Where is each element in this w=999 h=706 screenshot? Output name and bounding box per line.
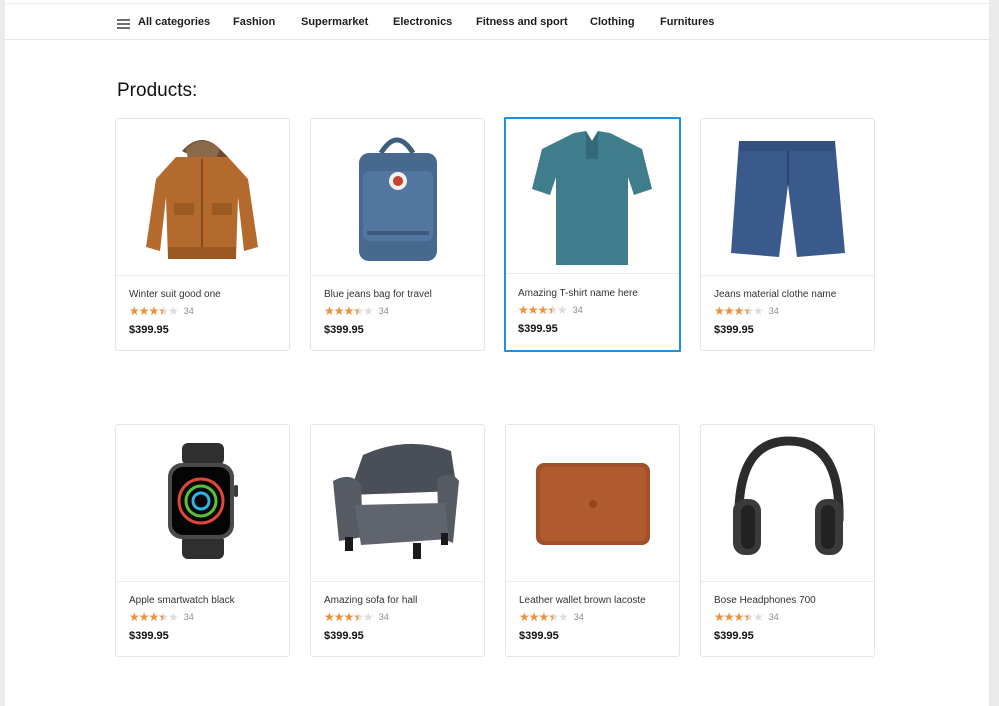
menu-icon[interactable]	[117, 18, 131, 29]
product-name[interactable]: Blue jeans bag for travel	[324, 289, 432, 300]
product-price: $399.95	[519, 630, 559, 642]
nav-all-categories[interactable]: All categories	[138, 4, 210, 40]
polo-shirt-icon	[532, 131, 652, 265]
product-price: $399.95	[129, 324, 169, 336]
review-count: 34	[378, 612, 389, 622]
product-image	[701, 119, 874, 276]
product-card[interactable]: Leather wallet brown lacoste ★★★★★★★★★★ 3…	[505, 424, 680, 657]
nav-item-clothing[interactable]: Clothing	[590, 4, 635, 40]
product-image	[116, 425, 289, 582]
product-card[interactable]: Amazing sofa for hall ★★★★★★★★★★ 34 $399.…	[310, 424, 485, 657]
product-image	[506, 119, 679, 274]
smartwatch-icon	[168, 443, 238, 559]
review-count: 34	[378, 306, 389, 316]
product-image	[701, 425, 874, 582]
product-price: $399.95	[714, 630, 754, 642]
nav-item-supermarket[interactable]: Supermarket	[301, 4, 368, 40]
product-image	[116, 119, 289, 276]
product-price: $399.95	[518, 323, 558, 335]
nav-item-fashion[interactable]: Fashion	[233, 4, 275, 40]
product-image	[311, 119, 484, 276]
product-name[interactable]: Leather wallet brown lacoste	[519, 595, 646, 606]
product-card[interactable]: Jeans material clothe name ★★★★★★★★★★34 …	[700, 118, 875, 351]
product-image	[506, 425, 679, 582]
nav-item-electronics[interactable]: Electronics	[393, 4, 452, 40]
backpack-icon	[359, 137, 437, 261]
page-title: Products:	[117, 80, 198, 101]
product-card[interactable]: Bose Headphones 700 ★★★★★★★★★★ 34 $399.95	[700, 424, 875, 657]
star-rating-icon: ★★★★★★★★★★	[714, 610, 764, 624]
leather-sleeve-icon	[536, 463, 650, 545]
product-price: $399.95	[324, 324, 364, 336]
product-price: $399.95	[714, 324, 754, 336]
product-rating: ★★★★★★★★★★ 34	[129, 611, 194, 623]
product-card[interactable]: Amazing T-shirt name here ★★★★★★★★★★ 34 $…	[504, 117, 681, 352]
review-count: 34	[573, 612, 584, 622]
top-navigation: All categories Fashion Supermarket Elect…	[5, 3, 989, 40]
product-rating: ★★★★★★★★★★ 34	[518, 304, 583, 316]
star-rating-icon: ★★★★★★★★★★	[324, 304, 374, 318]
nav-item-furnitures[interactable]: Furnitures	[660, 4, 714, 40]
review-count: 34	[183, 612, 194, 622]
product-name[interactable]: Bose Headphones 700	[714, 595, 816, 606]
product-price: $399.95	[129, 630, 169, 642]
star-rating-icon: ★★★★★★★★★★	[518, 303, 568, 317]
review-count: 34	[768, 306, 779, 316]
star-rating-icon: ★★★★★★★★★★	[324, 610, 374, 624]
headphones-icon	[733, 436, 844, 555]
product-rating: ★★★★★★★★★★ 34	[324, 611, 389, 623]
product-name[interactable]: Amazing T-shirt name here	[518, 288, 638, 299]
product-rating: ★★★★★★★★★★ 34	[714, 611, 779, 623]
product-card[interactable]: Winter suit good one ★★★★★★★★★★ 34 $399.9…	[115, 118, 290, 351]
jacket-icon	[146, 140, 258, 259]
product-rating: ★★★★★★★★★★ 34	[129, 305, 194, 317]
star-rating-icon: ★★★★★★★★★★	[129, 610, 179, 624]
product-name[interactable]: Jeans material clothe name	[714, 289, 836, 300]
armchair-icon	[333, 443, 459, 559]
star-rating-icon: ★★★★★★★★★★	[519, 610, 569, 624]
denim-shorts-icon	[731, 141, 845, 257]
scrollbar[interactable]	[989, 0, 999, 706]
product-name[interactable]: Amazing sofa for hall	[324, 595, 417, 606]
product-rating: ★★★★★★★★★★ 34	[519, 611, 584, 623]
product-image	[311, 425, 484, 582]
product-name[interactable]: Winter suit good one	[129, 289, 221, 300]
product-price: $399.95	[324, 630, 364, 642]
product-name[interactable]: Apple smartwatch black	[129, 595, 235, 606]
product-card[interactable]: Blue jeans bag for travel ★★★★★★★★★★ 34 $…	[310, 118, 485, 351]
star-rating-icon: ★★★★★★★★★★	[129, 304, 179, 318]
page: All categories Fashion Supermarket Elect…	[5, 0, 989, 706]
review-count: 34	[572, 305, 583, 315]
star-rating-icon: ★★★★★★★★★★	[714, 304, 764, 318]
product-card[interactable]: Apple smartwatch black ★★★★★★★★★★ 34 $399…	[115, 424, 290, 657]
product-rating: ★★★★★★★★★★ 34	[714, 305, 779, 317]
nav-item-fitness-and-sport[interactable]: Fitness and sport	[476, 4, 568, 40]
product-rating: ★★★★★★★★★★ 34	[324, 305, 389, 317]
review-count: 34	[183, 306, 194, 316]
review-count: 34	[768, 612, 779, 622]
